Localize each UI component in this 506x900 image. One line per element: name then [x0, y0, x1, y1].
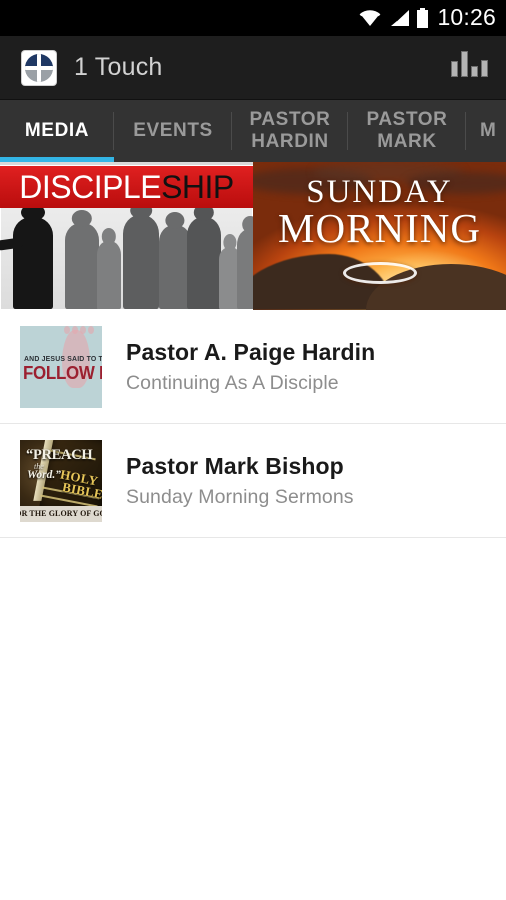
- wifi-icon: [358, 9, 382, 27]
- status-bar-clock: 10:26: [437, 4, 496, 30]
- sunday-morning-title: SUNDAY MORNING: [253, 174, 506, 252]
- thumbnail-text-word: Word.”: [27, 468, 61, 481]
- sunday-morning-line-2: MORNING: [278, 205, 481, 252]
- list-item-title: Pastor A. Paige Hardin: [126, 338, 376, 365]
- thumbnail-caption-small: AND JESUS SAID TO THEM: [24, 353, 102, 363]
- church-cross-logo-icon[interactable]: [22, 50, 56, 85]
- figure-silhouette: [237, 229, 253, 309]
- featured-banner-carousel[interactable]: DISCIPLE SHIP SUNDAY MORNING: [0, 162, 506, 310]
- follow-me-thumbnail: AND JESUS SAID TO THEM FOLLOW ME: [20, 325, 102, 408]
- cellular-signal-icon: [388, 9, 410, 27]
- media-list: AND JESUS SAID TO THEM FOLLOW ME Pastor …: [0, 310, 506, 538]
- thumbnail-caption-large: FOLLOW ME: [23, 362, 102, 383]
- preacher-silhouette: [0, 217, 53, 309]
- list-item[interactable]: AND JESUS SAID TO THEM FOLLOW ME Pastor …: [0, 310, 506, 423]
- tab-more-partial[interactable]: M: [466, 100, 506, 162]
- discipleship-title-black: SHIP: [161, 168, 234, 205]
- equalizer-icon[interactable]: [447, 50, 492, 81]
- battery-full-icon: [416, 8, 429, 28]
- discipleship-banner[interactable]: DISCIPLE SHIP: [0, 162, 253, 310]
- tab-bar[interactable]: MEDIA EVENTS PASTOR HARDIN PASTOR MARK M: [0, 100, 506, 162]
- tab-media[interactable]: MEDIA: [0, 100, 114, 162]
- list-divider: [0, 537, 506, 538]
- list-item[interactable]: “PREACH the Word.” HOLY BIBLE FOR THE GL…: [0, 424, 506, 537]
- figure-silhouette: [123, 215, 159, 309]
- tab-pastor-mark[interactable]: PASTOR MARK: [348, 100, 466, 162]
- list-item-title: Pastor Mark Bishop: [126, 452, 344, 479]
- tab-pastor-hardin[interactable]: PASTOR HARDIN: [232, 100, 348, 162]
- discipleship-title-bar: DISCIPLE SHIP: [0, 166, 253, 208]
- list-item-text: Pastor A. Paige Hardin Continuing As A D…: [126, 339, 375, 395]
- tab-events-label: EVENTS: [133, 119, 213, 141]
- tab-pastor-hardin-label: PASTOR HARDIN: [249, 108, 331, 152]
- tab-events[interactable]: EVENTS: [114, 100, 232, 162]
- flourish-ornament-icon: [342, 262, 417, 284]
- figure-silhouette: [65, 223, 99, 309]
- page-title: 1 Touch: [74, 53, 163, 81]
- thumbnail-text-glory: FOR THE GLORY OF GOD: [20, 505, 102, 522]
- discipleship-title-white: DISCIPLE: [19, 168, 162, 205]
- silhouette-figures: [0, 212, 253, 309]
- list-item-text: Pastor Mark Bishop Sunday Morning Sermon…: [126, 453, 354, 509]
- status-bar: 10:26: [0, 0, 506, 36]
- tab-media-label: MEDIA: [24, 119, 90, 141]
- figure-silhouette: [97, 241, 121, 309]
- preach-the-word-thumbnail: “PREACH the Word.” HOLY BIBLE FOR THE GL…: [20, 439, 102, 522]
- figure-silhouette: [187, 217, 221, 309]
- tab-pastor-mark-label: PASTOR MARK: [366, 108, 448, 152]
- sunday-morning-banner[interactable]: SUNDAY MORNING: [253, 162, 506, 310]
- action-bar: 1 Touch: [0, 36, 506, 100]
- app-root: 10:26 1 Touch MEDIA EVENTS PASTOR HARDIN…: [0, 0, 506, 900]
- tab-more-label: M: [480, 119, 497, 141]
- sunday-morning-line-1: SUNDAY: [306, 174, 453, 210]
- list-item-subtitle: Sunday Morning Sermons: [126, 486, 354, 508]
- list-item-subtitle: Continuing As A Disciple: [126, 372, 339, 394]
